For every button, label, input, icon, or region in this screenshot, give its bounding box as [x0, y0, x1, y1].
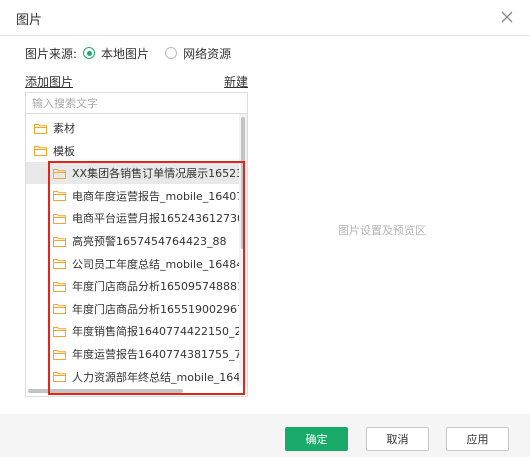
new-folder-link[interactable]: 新建	[224, 73, 248, 90]
confirm-button[interactable]: 确定	[285, 427, 348, 451]
tree-item[interactable]: 年度销售简报1640774422150_21	[26, 320, 239, 342]
tree-item-label: 素材	[53, 122, 75, 135]
folder-icon	[53, 259, 66, 270]
folder-icon	[34, 123, 47, 134]
tree-item[interactable]: 公司员工年度总结_mobile_1648461	[26, 253, 239, 275]
folder-icon	[53, 213, 66, 224]
apply-button[interactable]: 应用	[446, 427, 509, 451]
folder-icon	[53, 191, 66, 202]
image-source-row: 图片来源: 本地图片 网络资源	[25, 44, 247, 62]
dialog-titlebar: 图片	[0, 0, 530, 36]
image-tree-panel: 素材模板 XX集团各销售订单情况展示1652354 电商年度运营报告_mobile_…	[25, 92, 248, 397]
radio-network-resource[interactable]: 网络资源	[165, 45, 231, 62]
tree-item-label: 电商年度运营报告_mobile_164077	[72, 189, 239, 203]
tree-item-label: XX集团各销售订单情况展示1652354	[72, 167, 239, 181]
folder-icon	[53, 281, 66, 292]
tree-item-label: 人力资源部年终总结_mobile_1640	[72, 370, 239, 384]
folder-icon	[53, 349, 66, 360]
tree-item-label: 年度门店商品分析1655190029670_4	[72, 302, 239, 316]
folder-icon	[53, 168, 66, 179]
tree-item[interactable]: 人力资源部年终总结_mobile_1640	[26, 366, 239, 387]
tree-item[interactable]: 模板	[26, 140, 239, 162]
folder-icon	[53, 236, 66, 247]
folder-icon	[34, 146, 47, 157]
radio-checked-icon[interactable]	[83, 47, 96, 59]
cancel-button[interactable]: 取消	[366, 427, 429, 451]
radio-local-image-label: 本地图片	[101, 46, 150, 61]
image-tree-list: 素材模板 XX集团各销售订单情况展示1652354 电商年度运营报告_mobile_…	[26, 117, 239, 387]
folder-icon	[53, 304, 66, 315]
add-image-link[interactable]: 添加图片	[25, 73, 73, 90]
tree-item-label: 高亮预警1657454764423_88	[72, 235, 227, 248]
tree-item[interactable]: 年度门店商品分析1655190029670_4	[26, 298, 239, 320]
dialog-title: 图片	[16, 13, 43, 28]
radio-unchecked-icon[interactable]	[165, 47, 178, 59]
tree-item[interactable]: 电商平台运营月报1652436127301_5	[26, 207, 239, 229]
tree-item[interactable]: 高亮预警1657454764423_88	[26, 230, 239, 252]
tree-item-label: 模板	[53, 144, 75, 158]
tree-item-label: 年度销售简报1640774422150_21	[72, 325, 239, 339]
tree-item[interactable]: 年度运营报告1640774381755_76	[26, 343, 239, 365]
tree-item-label: 电商平台运营月报1652436127301_5	[72, 212, 239, 226]
radio-network-resource-label: 网络资源	[183, 46, 232, 61]
tree-item[interactable]: 电商年度运营报告_mobile_164077	[26, 185, 239, 207]
preview-area-placeholder: 图片设置及预览区	[338, 224, 426, 237]
tree-item-label: 公司员工年度总结_mobile_1648461	[72, 257, 239, 271]
tree-item[interactable]: 素材	[26, 117, 239, 139]
close-icon[interactable]	[498, 8, 516, 26]
search-input[interactable]	[26, 93, 247, 114]
folder-icon	[53, 372, 66, 383]
image-source-label: 图片来源:	[25, 46, 78, 61]
tree-item-label: 年度门店商品分析1650957488813_9	[72, 280, 239, 294]
tree-item[interactable]: 年度门店商品分析1650957488813_9	[26, 275, 239, 297]
folder-icon	[53, 326, 66, 337]
tree-item-label: 年度运营报告1640774381755_76	[72, 348, 239, 361]
vertical-scrollbar-thumb[interactable]	[241, 117, 245, 249]
image-dialog: 图片 图片来源: 本地图片 网络资源 添加图片 新建 素材模板 XX集团各销售订单…	[0, 0, 530, 457]
radio-local-image[interactable]: 本地图片	[83, 45, 149, 62]
horizontal-scrollbar-thumb[interactable]	[28, 389, 183, 393]
tree-item[interactable]: XX集团各销售订单情况展示1652354	[26, 162, 239, 185]
